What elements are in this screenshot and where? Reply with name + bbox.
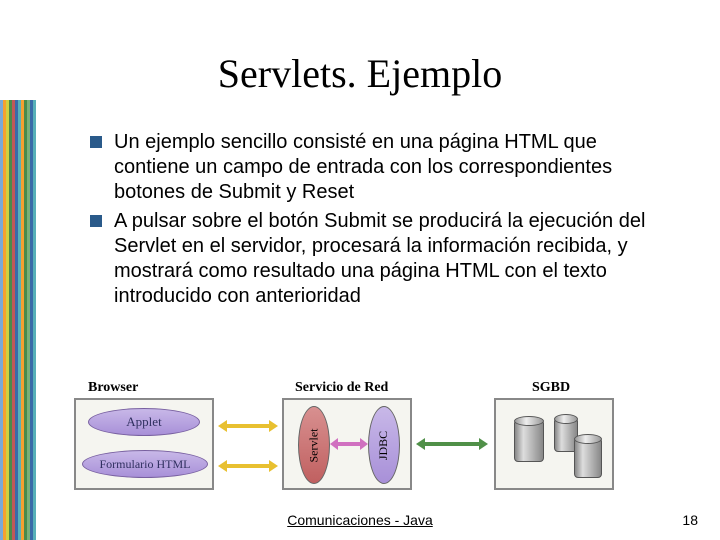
pill-form: Formulario HTML xyxy=(82,450,208,478)
list-item: A pulsar sobre el botón Submit se produc… xyxy=(90,209,670,309)
arrow-browser-service-1 xyxy=(218,420,278,432)
page-number: 18 xyxy=(682,512,698,528)
arrow-servlet-jdbc xyxy=(330,438,368,450)
decorative-stripe-bar xyxy=(0,100,36,540)
pill-applet: Applet xyxy=(88,408,200,436)
label-service: Servicio de Red xyxy=(295,380,388,396)
footer-text: Comunicaciones - Java xyxy=(0,512,720,528)
bullet-list: Un ejemplo sencillo consisté en una pági… xyxy=(90,130,670,313)
pill-jdbc-label: JDBC xyxy=(377,430,392,459)
label-sgbd: SGBD xyxy=(532,380,570,396)
box-service: Servlet JDBC xyxy=(282,398,412,490)
slide-title: Servlets. Ejemplo xyxy=(0,50,720,97)
bullet-icon xyxy=(90,215,102,227)
box-browser: Applet Formulario HTML xyxy=(74,398,214,490)
pill-servlet: Servlet xyxy=(298,406,330,484)
cylinder-icon xyxy=(514,418,544,462)
label-browser: Browser xyxy=(88,380,138,396)
bullet-icon xyxy=(90,136,102,148)
bullet-text: A pulsar sobre el botón Submit se produc… xyxy=(114,209,670,309)
list-item: Un ejemplo sencillo consisté en una pági… xyxy=(90,130,670,205)
architecture-diagram: Browser Applet Formulario HTML Servicio … xyxy=(70,380,660,495)
arrow-browser-service-2 xyxy=(218,460,278,472)
bullet-text: Un ejemplo sencillo consisté en una pági… xyxy=(114,130,670,205)
cylinder-icon xyxy=(574,436,602,478)
pill-servlet-label: Servlet xyxy=(307,428,322,462)
box-sgbd xyxy=(494,398,614,490)
pill-jdbc: JDBC xyxy=(368,406,400,484)
arrow-service-sgbd xyxy=(416,438,488,450)
